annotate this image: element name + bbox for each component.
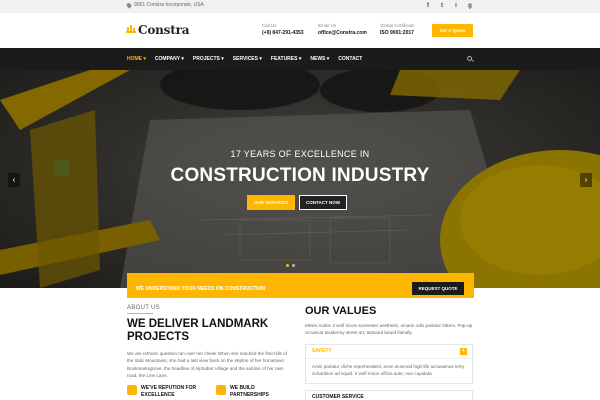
hero-subtitle: 17 Years of excellence in: [230, 149, 370, 159]
main-nav: Home ▾ Company ▾ Projects ▾ Services ▾ F…: [0, 48, 600, 70]
get-quote-button[interactable]: Get A Quote: [432, 24, 473, 37]
accordion-header[interactable]: Safety +: [306, 345, 472, 358]
facebook-icon[interactable]: f: [425, 2, 431, 10]
slider-next-button[interactable]: ›: [580, 173, 592, 187]
nav-item-news[interactable]: News ▾: [310, 56, 329, 62]
instagram-icon[interactable]: i: [453, 2, 459, 10]
map-pin-icon: [125, 1, 133, 9]
github-icon[interactable]: g: [467, 2, 473, 10]
trophy-icon: [127, 385, 137, 395]
about-title: We Deliver Landmark Projects: [127, 318, 269, 343]
cta-text: We understand your needs on construction: [136, 286, 265, 292]
nav-item-company[interactable]: Company ▾: [155, 56, 184, 62]
certificate-value: ISO 9001:2017: [380, 30, 414, 36]
about-body: We are rethoric question ran over her ch…: [127, 351, 288, 379]
nav-item-contact[interactable]: Contact: [338, 56, 362, 62]
top-bar: 9051 Constra Incorporate, USA f t i g: [0, 0, 600, 13]
twitter-icon[interactable]: t: [439, 2, 445, 10]
chevron-down-icon: ▾: [297, 56, 302, 62]
logo-text: Constra: [138, 23, 190, 37]
call-info: Call Us (+9) 847-291-4353: [262, 22, 304, 38]
chevron-down-icon: ▾: [142, 56, 146, 62]
hero-slider: 17 Years of excellence in Construction I…: [0, 70, 600, 288]
slider-dot[interactable]: [286, 264, 289, 267]
plus-icon[interactable]: +: [460, 348, 467, 355]
address-text: 9051 Constra Incorporate, USA: [134, 2, 204, 8]
slider-dot[interactable]: [292, 264, 295, 267]
contact-now-button[interactable]: Contact Now: [299, 195, 347, 210]
handshake-icon: [216, 385, 226, 395]
values-intro: Minim Austin 3 wolf moon scenester aesth…: [305, 323, 473, 336]
accordion-customer-service: Customer Service: [305, 390, 473, 400]
feature-excellence: We've Repution for Excellence: [127, 385, 203, 399]
nav-item-home[interactable]: Home ▾: [127, 56, 146, 62]
about-section: About Us We Deliver Landmark Projects We…: [127, 305, 292, 380]
slider-dots: [286, 264, 295, 267]
call-value[interactable]: (+9) 847-291-4353: [262, 29, 304, 38]
values-title: Our Values: [305, 305, 377, 317]
email-value[interactable]: office@Constra.com: [318, 29, 367, 38]
about-eyebrow: About Us: [127, 305, 160, 311]
certificate-info: Global Certificate ISO 9001:2017: [380, 22, 415, 38]
certificate-label: Global Certificate: [380, 23, 415, 28]
values-section: Our Values Minim Austin 3 wolf moon scen…: [305, 305, 473, 337]
address: 9051 Constra Incorporate, USA: [125, 1, 204, 9]
slider-prev-button[interactable]: ‹: [8, 173, 20, 187]
logo-icon: [126, 25, 136, 35]
chevron-down-icon: ▾: [257, 56, 262, 62]
nav-menu: Home ▾ Company ▾ Projects ▾ Services ▾ F…: [127, 48, 362, 70]
social-links: f t i g: [425, 2, 473, 10]
feature-partnerships: We Build Partnerships: [216, 385, 285, 399]
site-header: Constra Call Us (+9) 847-291-4353 Email …: [0, 13, 600, 48]
accordion-safety: Safety + Anim pariatur cliche reprehende…: [305, 344, 473, 384]
nav-item-features[interactable]: Features ▾: [271, 56, 301, 62]
chevron-down-icon: ▾: [219, 56, 224, 62]
chevron-down-icon: ▾: [180, 56, 184, 62]
divider: [127, 313, 153, 314]
email-info: Email Us office@Constra.com: [318, 22, 367, 38]
accordion-body: Anim pariatur cliche reprehenderit, enim…: [306, 358, 472, 383]
search-icon[interactable]: [467, 56, 472, 61]
nav-item-services[interactable]: Services ▾: [233, 56, 262, 62]
cta-band: We understand your needs on construction…: [127, 273, 474, 298]
our-services-button[interactable]: Our Services: [247, 195, 295, 210]
email-label: Email Us: [318, 23, 337, 28]
nav-item-projects[interactable]: Projects ▾: [193, 56, 224, 62]
call-label: Call Us: [262, 23, 277, 28]
accordion-header[interactable]: Customer Service: [306, 391, 472, 400]
request-quote-button[interactable]: Request Quote: [412, 282, 464, 295]
hero-title: Construction Industry: [170, 165, 430, 186]
chevron-down-icon: ▾: [325, 56, 330, 62]
logo[interactable]: Constra: [126, 23, 189, 37]
